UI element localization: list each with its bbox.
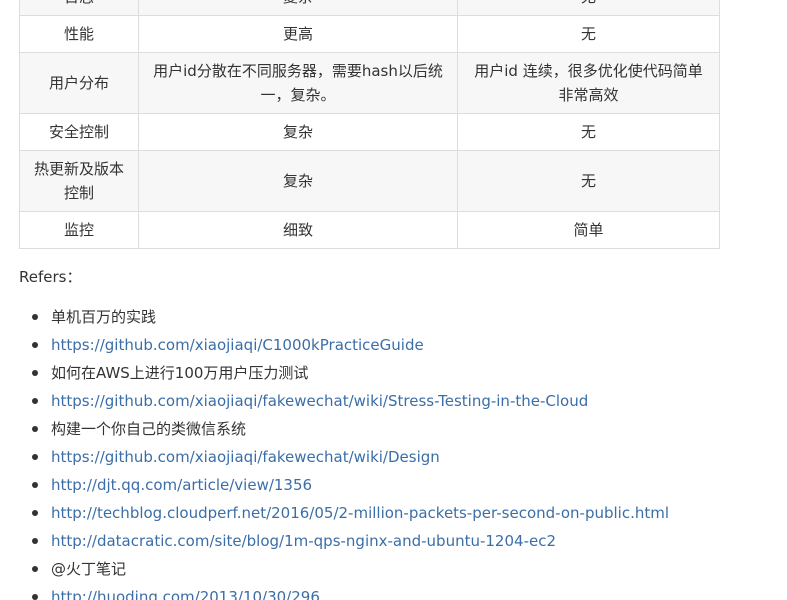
ref-link[interactable]: https://github.com/xiaojiaqi/C1000kPract…	[51, 336, 424, 354]
list-item: https://github.com/xiaojiaqi/fakewechat/…	[32, 387, 787, 415]
bullet-icon	[32, 454, 38, 460]
table-row: 日志 复杂 无	[19, 0, 720, 16]
table-row: 监控 细致 简单	[19, 211, 720, 249]
bullet-icon	[32, 314, 38, 320]
server-cell: 复杂	[138, 150, 458, 212]
list-item: https://github.com/xiaojiaqi/fakewechat/…	[32, 443, 787, 471]
list-item: http://datacratic.com/site/blog/1m-qps-n…	[32, 527, 787, 555]
table-row: 性能 更高 无	[19, 15, 720, 53]
table-row: 热更新及版本控制 复杂 无	[19, 150, 720, 212]
client-cell: 无	[457, 150, 720, 212]
client-cell: 无	[457, 113, 720, 151]
bullet-icon	[32, 398, 38, 404]
row-label: 监控	[19, 211, 139, 249]
comparison-table: 日志 复杂 无 性能 更高 无 用户分布 用户id分散在不同服务器，需要hash…	[19, 0, 720, 249]
ref-link[interactable]: https://github.com/xiaojiaqi/fakewechat/…	[51, 392, 588, 410]
bullet-icon	[32, 426, 38, 432]
client-cell: 无	[457, 15, 720, 53]
row-label: 安全控制	[19, 113, 139, 151]
ref-text: 构建一个你自己的类微信系统	[51, 420, 247, 438]
row-label: 用户分布	[19, 52, 139, 114]
list-item: http://huoding.com/2013/10/30/296	[32, 583, 787, 600]
server-cell: 复杂	[138, 0, 458, 16]
bullet-icon	[32, 538, 38, 544]
bullet-icon	[32, 482, 38, 488]
list-item: 单机百万的实践	[32, 303, 787, 331]
list-item: https://github.com/xiaojiaqi/C1000kPract…	[32, 331, 787, 359]
refers-list: 单机百万的实践 https://github.com/xiaojiaqi/C10…	[19, 303, 787, 600]
client-cell: 用户id 连续，很多优化使代码简单 非常高效	[457, 52, 720, 114]
client-cell: 简单	[457, 211, 720, 249]
list-item: http://djt.qq.com/article/view/1356	[32, 471, 787, 499]
table-row: 用户分布 用户id分散在不同服务器，需要hash以后统一，复杂。 用户id 连续…	[19, 52, 720, 114]
ref-text: 如何在AWS上进行100万用户压力测试	[51, 364, 309, 382]
ref-text: @火丁笔记	[51, 560, 127, 578]
refers-heading: Refers：	[19, 268, 82, 286]
server-cell: 复杂	[138, 113, 458, 151]
row-label: 性能	[19, 15, 139, 53]
client-cell: 无	[457, 0, 720, 16]
bullet-icon	[32, 566, 38, 572]
bullet-icon	[32, 510, 38, 516]
list-item: @火丁笔记	[32, 555, 787, 583]
ref-link[interactable]: http://huoding.com/2013/10/30/296	[51, 588, 320, 600]
list-item: http://techblog.cloudperf.net/2016/05/2-…	[32, 499, 787, 527]
server-cell: 更高	[138, 15, 458, 53]
ref-link[interactable]: http://techblog.cloudperf.net/2016/05/2-…	[51, 504, 669, 522]
list-item: 如何在AWS上进行100万用户压力测试	[32, 359, 787, 387]
bullet-icon	[32, 370, 38, 376]
bullet-icon	[32, 342, 38, 348]
list-item: 构建一个你自己的类微信系统	[32, 415, 787, 443]
ref-link[interactable]: http://djt.qq.com/article/view/1356	[51, 476, 312, 494]
bullet-icon	[32, 594, 38, 600]
server-cell: 用户id分散在不同服务器，需要hash以后统一，复杂。	[138, 52, 458, 114]
row-label: 热更新及版本控制	[19, 150, 139, 212]
ref-text: 单机百万的实践	[51, 308, 157, 326]
row-label: 日志	[19, 0, 139, 16]
ref-link[interactable]: http://datacratic.com/site/blog/1m-qps-n…	[51, 532, 556, 550]
table-row: 安全控制 复杂 无	[19, 113, 720, 151]
server-cell: 细致	[138, 211, 458, 249]
ref-link[interactable]: https://github.com/xiaojiaqi/fakewechat/…	[51, 448, 440, 466]
